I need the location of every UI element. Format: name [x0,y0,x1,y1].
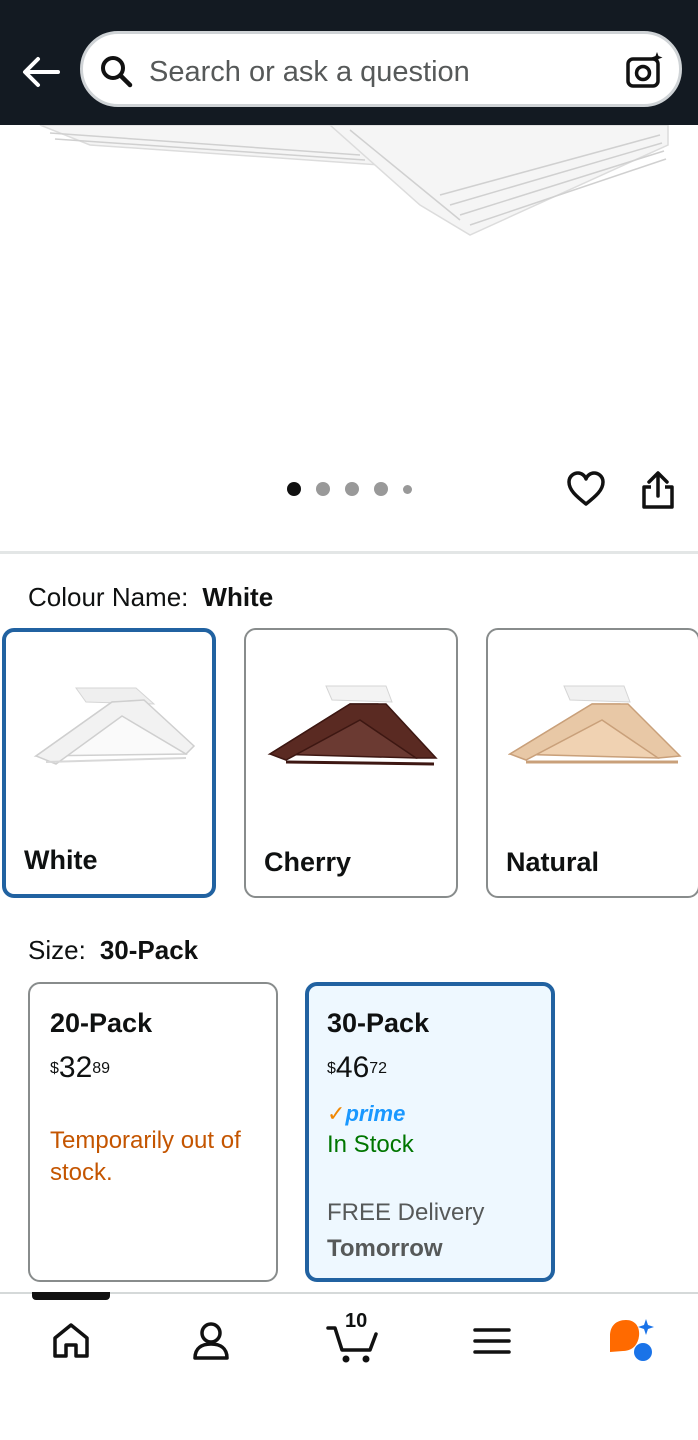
cherry-hanger-image [267,685,438,766]
white-hanger-image [33,687,196,765]
swatch-label: Natural [506,847,600,877]
search-placeholder: Search or ask a question [149,56,470,88]
delivery-label: FREE Delivery [327,1199,485,1226]
size-option-name: 20-Pack [50,1008,153,1038]
prime-badge: ✓prime [327,1101,551,1127]
size-option-price: $4672 [327,1053,551,1083]
out-of-stock-text: Temporarily out of stock. [50,1127,241,1186]
home-icon[interactable] [46,1316,96,1366]
size-option-price: $3289 [50,1053,276,1083]
active-tab-indicator [32,1292,110,1300]
back-arrow-icon[interactable] [18,50,62,94]
share-icon[interactable] [640,470,676,510]
price-currency: $ [327,1060,336,1077]
account-icon[interactable] [186,1316,236,1366]
natural-hanger-image [508,685,682,764]
price-whole: 32 [58,1051,93,1084]
selected-colour-value: White [202,582,274,612]
size-option-30-pack[interactable]: 30-Pack $4672 ✓prime In Stock FREE Deliv… [305,982,555,1282]
price-whole: 46 [335,1051,370,1084]
pagination-dot[interactable] [403,484,412,494]
swatch-label: White [24,845,98,875]
pagination-dot[interactable] [345,482,359,496]
cart-count-badge: 10 [345,1310,368,1332]
search-bar[interactable]: Search or ask a question [80,31,682,107]
prime-text: prime [345,1101,406,1126]
in-stock-text: In Stock [327,1131,414,1158]
rufus-assistant-icon[interactable] [606,1316,656,1366]
size-label-text: Size: [28,935,86,965]
selected-size-value: 30-Pack [99,935,199,965]
heart-icon[interactable] [566,470,606,508]
camera-search-icon[interactable] [625,50,665,90]
swatch-label: Cherry [264,847,352,877]
bottom-navigation: 10 [0,1292,698,1440]
pagination-dot[interactable] [374,482,388,496]
search-icon [101,56,133,88]
size-option-name: 30-Pack [327,1008,430,1038]
colour-label-text: Colour Name: [28,582,189,612]
pagination-dot[interactable] [287,482,301,496]
colour-swatch-natural[interactable]: Natural [486,628,698,898]
price-fraction: 72 [369,1060,388,1077]
pagination-dot[interactable] [316,482,330,496]
size-option-20-pack[interactable]: 20-Pack $3289 Temporarily out of stock. [28,982,278,1282]
size-label: Size: 30-Pack [28,935,198,966]
colour-name-label: Colour Name: White [28,582,273,613]
menu-icon[interactable] [467,1316,517,1366]
top-header: Search or ask a question [0,0,698,125]
price-fraction: 89 [92,1060,111,1077]
delivery-day: Tomorrow [327,1235,443,1262]
hangers-image [39,125,669,236]
section-divider [0,551,698,554]
colour-swatch-cherry[interactable]: Cherry [244,628,458,898]
image-pagination-dots [287,482,412,496]
price-currency: $ [50,1060,59,1077]
prime-check-icon: ✓ [327,1101,346,1126]
colour-swatch-white[interactable]: White [2,628,216,898]
